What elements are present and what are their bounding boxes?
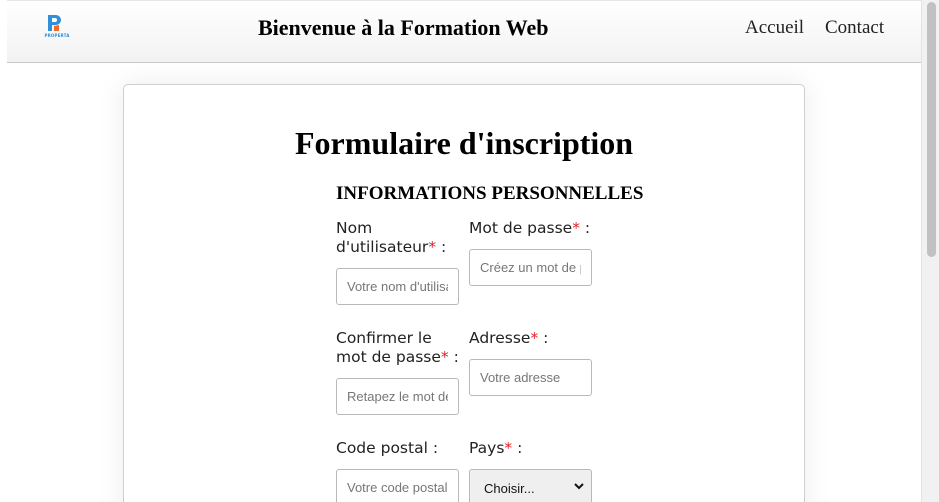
password-input[interactable] [469, 249, 592, 286]
form-title: Formulaire d'inscription [295, 125, 634, 161]
logo-text: PROPERTA [44, 33, 70, 38]
postal-code-label: Code postal : [336, 439, 439, 457]
confirm-password-label: Confirmer le mot de passe* : [336, 329, 459, 366]
required-mark: * [504, 439, 513, 457]
scrollbar[interactable] [921, 0, 939, 502]
scrollbar-thumb[interactable] [927, 2, 936, 257]
nav-link-contact[interactable]: Contact [825, 17, 884, 39]
postal-code-input[interactable] [336, 469, 459, 502]
username-label: Nom d'utilisateur* : [336, 219, 447, 256]
nav-link-accueil[interactable]: Accueil [745, 17, 804, 39]
section-title: INFORMATIONS PERSONNELLES [336, 183, 644, 204]
required-mark: * [440, 348, 449, 366]
country-select-value: Choisir... [484, 481, 535, 496]
required-mark: * [428, 238, 437, 256]
logo-icon [48, 15, 61, 31]
top-header: PROPERTA Bienvenue à la Formation Web Ac… [7, 0, 921, 63]
country-select[interactable]: Choisir... [469, 469, 592, 502]
logo[interactable]: PROPERTA [40, 13, 74, 43]
confirm-password-input[interactable] [336, 378, 459, 415]
country-label: Pays* : [469, 439, 523, 457]
address-label: Adresse* : [469, 329, 549, 347]
username-input[interactable] [336, 268, 459, 305]
address-input[interactable] [469, 359, 592, 396]
site-title: Bienvenue à la Formation Web [258, 15, 549, 40]
required-mark: * [572, 219, 580, 237]
password-label: Mot de passe* : [469, 219, 591, 237]
chevron-down-icon [574, 483, 584, 490]
